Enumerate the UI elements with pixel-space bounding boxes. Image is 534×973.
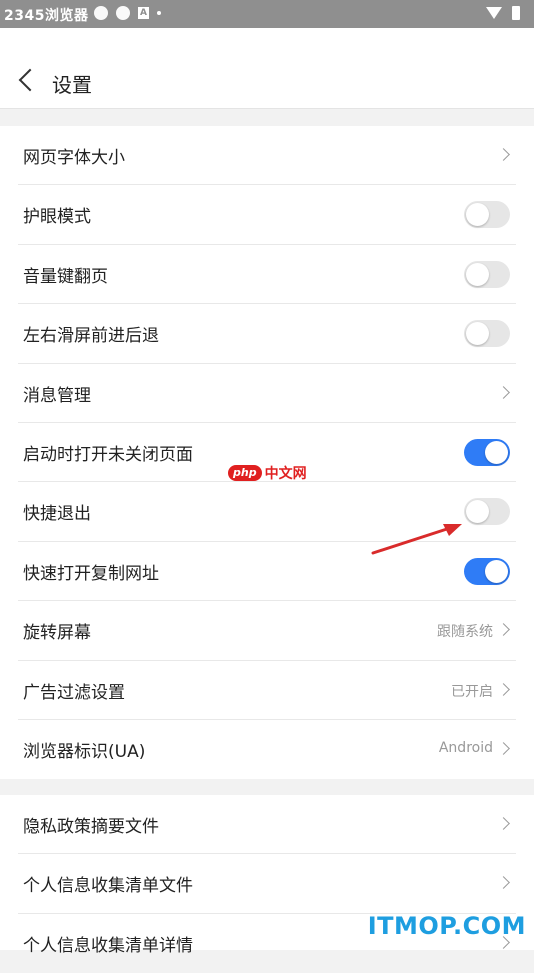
setting-value: 跟随系统 bbox=[437, 624, 493, 641]
chevron-right-icon bbox=[497, 623, 510, 636]
chevron-right-icon bbox=[497, 148, 510, 161]
setting-label: 浏览器标识(UA) bbox=[23, 741, 146, 762]
toggle-switch[interactable] bbox=[464, 320, 510, 348]
sync-icon bbox=[116, 6, 130, 20]
status-bar: 2345浏览器 A bbox=[0, 0, 534, 28]
setting-value: Android bbox=[438, 739, 493, 756]
toggle-knob bbox=[485, 559, 508, 583]
setting-row[interactable]: 隐私政策摘要文件 bbox=[0, 795, 534, 855]
setting-row[interactable]: 护眼模式 bbox=[0, 185, 534, 245]
setting-label: 音量键翻页 bbox=[23, 266, 108, 287]
settings-group-main: 网页字体大小 护眼模式音量键翻页左右滑屏前进后退 消息管理启动时打开未关闭页面 快捷退… bbox=[0, 126, 534, 779]
itmop-watermark: ITMOP.COM bbox=[367, 912, 526, 940]
setting-label: 启动时打开未关闭页面 bbox=[23, 444, 193, 465]
toggle-switch[interactable] bbox=[464, 498, 510, 526]
setting-row[interactable]: 网页字体大小 bbox=[0, 126, 534, 186]
setting-label: 隐私政策摘要文件 bbox=[23, 817, 159, 837]
back-arrow-icon[interactable] bbox=[18, 68, 42, 92]
annotation-arrow bbox=[371, 524, 462, 555]
php-watermark: php 中文网 bbox=[228, 463, 307, 483]
page-title: 设置 bbox=[52, 73, 92, 97]
setting-label: 广告过滤设置 bbox=[23, 682, 125, 703]
setting-label: 快捷退出 bbox=[23, 504, 91, 525]
setting-label: 旋转屏幕 bbox=[23, 623, 91, 644]
setting-row[interactable]: 音量键翻页 bbox=[0, 245, 534, 305]
setting-label: 消息管理 bbox=[23, 385, 91, 406]
arrow-shaft bbox=[371, 526, 452, 555]
chevron-right-icon bbox=[497, 742, 510, 755]
setting-row[interactable]: 浏览器标识(UA) Android bbox=[0, 720, 534, 779]
chevron-right-icon bbox=[497, 682, 510, 696]
toggle-knob bbox=[485, 440, 508, 464]
chevron-right-icon bbox=[497, 385, 510, 399]
wifi-icon bbox=[486, 7, 502, 19]
setting-label: 左右滑屏前进后退 bbox=[23, 326, 159, 347]
setting-label: 护眼模式 bbox=[23, 207, 91, 228]
chevron-right-icon bbox=[497, 876, 510, 890]
status-app-label: 2345浏览器 bbox=[4, 8, 89, 24]
php-logo: php bbox=[228, 465, 262, 481]
sync-icon bbox=[94, 6, 108, 20]
setting-row[interactable]: 左右滑屏前进后退 bbox=[0, 304, 534, 364]
setting-label: 个人信息收集清单详情 bbox=[23, 935, 193, 956]
setting-label: 个人信息收集清单文件 bbox=[23, 876, 193, 897]
notification-a-icon: A bbox=[138, 7, 149, 19]
toggle-switch[interactable] bbox=[464, 557, 510, 585]
toggle-knob bbox=[466, 262, 489, 286]
dot-icon bbox=[157, 11, 161, 15]
chevron-right-icon bbox=[497, 817, 510, 830]
php-logo-text: 中文网 bbox=[264, 466, 307, 482]
toggle-switch[interactable] bbox=[464, 260, 510, 288]
battery-icon bbox=[512, 6, 520, 20]
setting-row[interactable]: 消息管理 bbox=[0, 364, 534, 423]
setting-label: 快速打开复制网址 bbox=[23, 563, 159, 584]
toggle-knob bbox=[466, 203, 489, 227]
toggle-switch[interactable] bbox=[464, 438, 510, 466]
toggle-switch[interactable] bbox=[464, 201, 510, 229]
setting-value: 已开启 bbox=[451, 683, 493, 700]
status-icons: A bbox=[94, 6, 161, 20]
setting-row[interactable]: 广告过滤设置 已开启 bbox=[0, 661, 534, 720]
status-right bbox=[486, 6, 520, 20]
setting-row[interactable]: 旋转屏幕 跟随系统 bbox=[0, 601, 534, 661]
setting-row[interactable]: 个人信息收集清单文件 bbox=[0, 854, 534, 914]
header: 设置 bbox=[0, 28, 534, 109]
toggle-knob bbox=[466, 322, 489, 346]
setting-label: 网页字体大小 bbox=[23, 148, 125, 168]
